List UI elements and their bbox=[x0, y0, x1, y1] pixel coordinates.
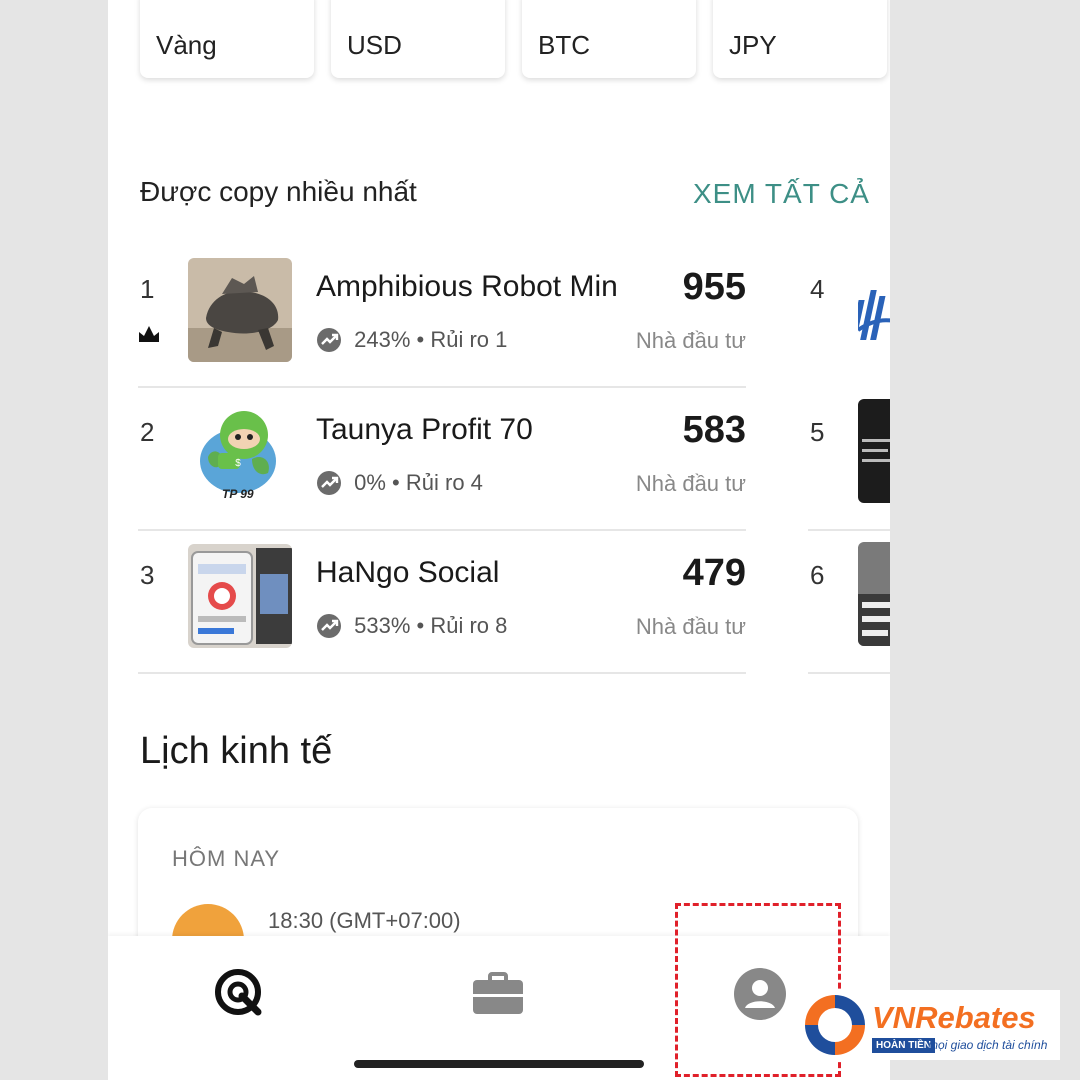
row-divider bbox=[138, 529, 746, 531]
brand-logo-icon bbox=[805, 995, 865, 1055]
trader-row-partial[interactable]: 5 bbox=[808, 389, 890, 531]
separator-dot: • bbox=[416, 613, 425, 639]
today-label: HÔM NAY bbox=[172, 846, 281, 871]
trader-row-partial[interactable]: 6 bbox=[808, 532, 890, 674]
trader-avatar bbox=[188, 544, 292, 648]
asset-chip-label: JPY bbox=[729, 30, 777, 60]
investors-label: Nhà đầu tư bbox=[635, 614, 746, 639]
brand-tagline: mọi giao dịch tài chính bbox=[928, 1038, 1048, 1052]
asset-chip-label: USD bbox=[347, 30, 402, 60]
trend-up-icon bbox=[317, 471, 341, 496]
risk-level: Rủi ro 1 bbox=[430, 327, 508, 353]
trader-rank: 5 bbox=[810, 417, 825, 447]
trader-avatar: $ TP 99 bbox=[188, 401, 292, 505]
trader-rank: 3 bbox=[140, 560, 155, 590]
copier-count: 583 bbox=[682, 409, 746, 451]
portfolio-icon[interactable] bbox=[470, 966, 526, 1022]
home-indicator bbox=[354, 1060, 644, 1068]
asset-chip-label: BTC bbox=[538, 30, 590, 60]
event-time: 18:30 (GMT+07:00) bbox=[268, 908, 461, 933]
trader-row[interactable]: 2 $ TP 99 Taunya Profit 70 583 0% • Rủi … bbox=[138, 389, 746, 531]
trader-avatar bbox=[858, 399, 890, 503]
risk-level: Rủi ro 4 bbox=[405, 470, 483, 496]
trader-name: Taunya Profit 70 bbox=[316, 413, 533, 446]
crown-icon bbox=[139, 326, 159, 342]
economic-calendar-title: Lịch kinh tế bbox=[140, 730, 333, 772]
trader-rank: 4 bbox=[810, 274, 825, 304]
copier-count: 955 bbox=[682, 266, 746, 308]
gain-percent: 0% bbox=[354, 470, 386, 496]
trader-stats: 243% • Rủi ro 1 bbox=[316, 326, 507, 353]
investors-label: Nhà đầu tư bbox=[635, 328, 746, 353]
row-divider bbox=[138, 386, 746, 388]
separator-dot: • bbox=[392, 470, 400, 496]
trader-avatar bbox=[858, 256, 890, 360]
asset-chip-jpy[interactable]: JPY bbox=[713, 0, 887, 78]
trend-up-icon bbox=[317, 614, 341, 639]
brand-name: VNRebates bbox=[872, 1000, 1036, 1035]
trader-name: Amphibious Robot Min bbox=[316, 270, 618, 303]
most-copied-title: Được copy nhiều nhất bbox=[140, 176, 417, 207]
trader-row[interactable]: 1 Amphibious Robot Min 955 243% • Rủi ro… bbox=[138, 246, 746, 388]
gain-percent: 533% bbox=[354, 613, 411, 639]
separator-dot: • bbox=[416, 327, 425, 353]
row-divider bbox=[808, 529, 890, 531]
gain-percent: 243% bbox=[354, 327, 411, 353]
trader-avatar bbox=[188, 258, 292, 362]
asset-chip-btc[interactable]: BTC bbox=[522, 0, 696, 78]
thumb-caption: TP 99 bbox=[222, 487, 254, 501]
trader-stats: 0% • Rủi ro 4 bbox=[316, 469, 483, 496]
trader-avatar bbox=[858, 542, 890, 646]
trader-rank: 1 bbox=[140, 274, 155, 304]
trend-up-icon bbox=[317, 328, 341, 353]
investors-label: Nhà đầu tư bbox=[635, 471, 746, 496]
asset-chip-label: Vàng bbox=[156, 30, 217, 60]
trader-row-partial[interactable]: 4 bbox=[808, 246, 890, 388]
risk-level: Rủi ro 8 bbox=[430, 613, 508, 639]
see-all-link[interactable]: XEM TẤT CẢ bbox=[693, 178, 870, 210]
row-divider bbox=[138, 672, 746, 674]
asset-chip-usd[interactable]: USD bbox=[331, 0, 505, 78]
discover-icon[interactable] bbox=[212, 966, 268, 1022]
svg-text:$: $ bbox=[235, 458, 241, 469]
trader-row[interactable]: 3 HaNgo Social 479 533% • Rủi ro 8 Nhà đ… bbox=[138, 532, 746, 674]
brand-badge: HOÀN TIỀN bbox=[872, 1038, 935, 1053]
trader-rank: 2 bbox=[140, 417, 155, 447]
row-divider bbox=[808, 672, 890, 674]
trader-name: HaNgo Social bbox=[316, 556, 500, 589]
trader-stats: 533% • Rủi ro 8 bbox=[316, 612, 507, 639]
trader-rank: 6 bbox=[810, 560, 825, 590]
asset-chip-gold[interactable]: Vàng bbox=[140, 0, 314, 78]
brand-watermark: VNRebates HOÀN TIỀN mọi giao dịch tài ch… bbox=[800, 990, 1060, 1060]
copier-count: 479 bbox=[682, 552, 746, 594]
